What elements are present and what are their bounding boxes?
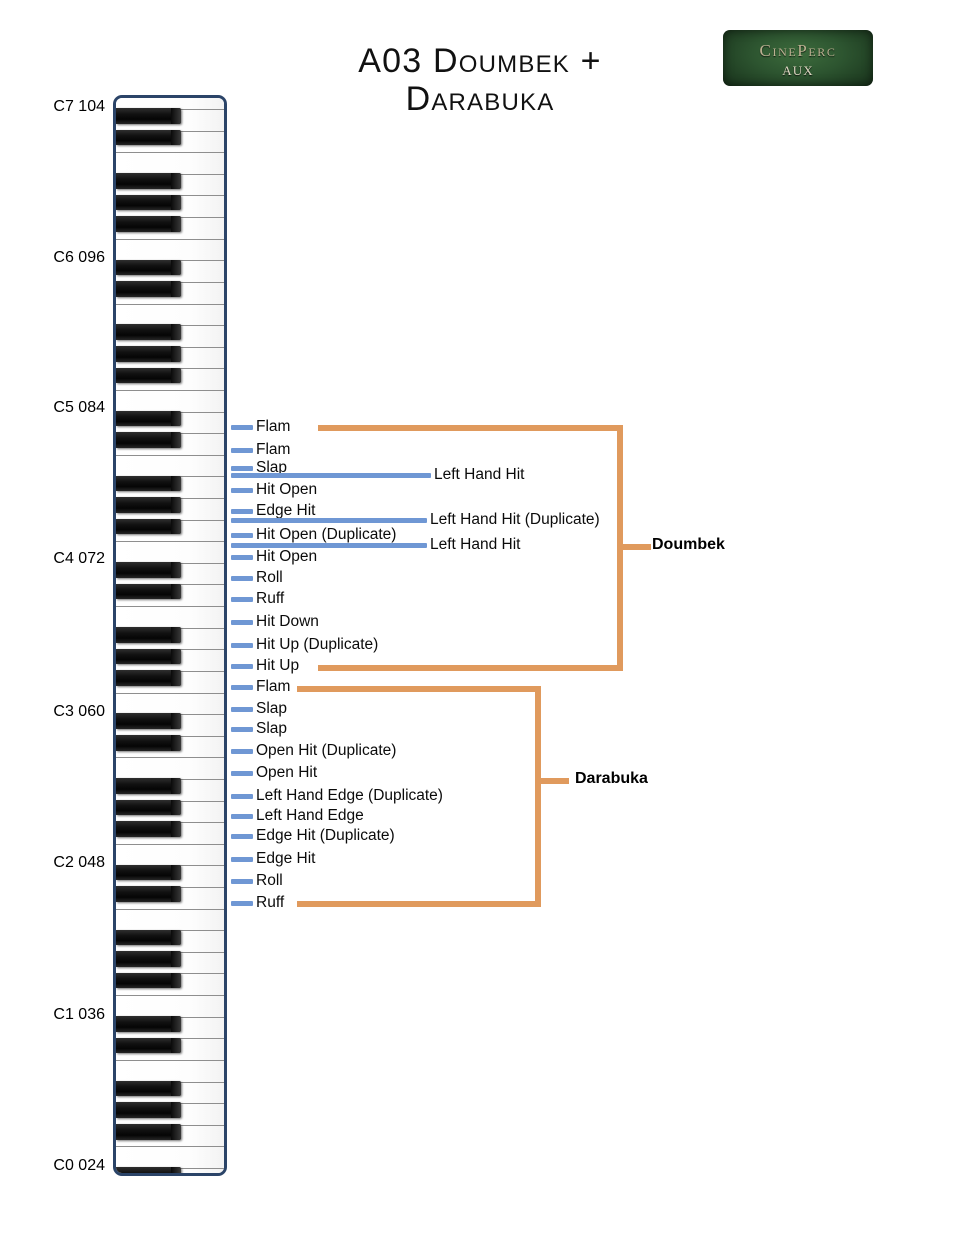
- black-key[interactable]: [116, 713, 181, 729]
- black-key[interactable]: [116, 972, 181, 989]
- bracket-bottom-line: [297, 901, 541, 907]
- black-key[interactable]: [116, 670, 181, 686]
- black-key[interactable]: [116, 475, 181, 492]
- black-key[interactable]: [116, 951, 181, 967]
- black-key[interactable]: [116, 886, 181, 902]
- black-key[interactable]: [116, 864, 181, 881]
- black-key[interactable]: [116, 129, 181, 146]
- keyboard-map-page: A03 Doumbek + Darabuka CinePerc AUX C7 1…: [0, 0, 954, 1235]
- black-key[interactable]: [116, 259, 181, 276]
- group-label: Darabuka: [575, 770, 648, 787]
- black-key[interactable]: [116, 1080, 181, 1097]
- black-key[interactable]: [116, 324, 181, 340]
- bracket-label-stub: [541, 778, 569, 784]
- black-key[interactable]: [116, 626, 181, 643]
- black-key[interactable]: [116, 216, 181, 232]
- black-key[interactable]: [116, 821, 181, 838]
- black-key[interactable]: [116, 432, 181, 448]
- black-key[interactable]: [116, 173, 181, 189]
- black-key[interactable]: [116, 281, 181, 297]
- black-key[interactable]: [116, 648, 181, 665]
- black-key[interactable]: [116, 1124, 181, 1140]
- bracket-top-line: [297, 686, 541, 692]
- bracket-vertical-line: [535, 686, 541, 907]
- black-key[interactable]: [116, 1015, 181, 1032]
- black-key[interactable]: [116, 194, 181, 211]
- black-key[interactable]: [116, 1037, 181, 1054]
- black-key[interactable]: [116, 410, 181, 427]
- black-key[interactable]: [116, 108, 181, 124]
- black-key[interactable]: [116, 562, 181, 578]
- black-key[interactable]: [116, 583, 181, 600]
- black-key[interactable]: [116, 518, 181, 535]
- black-key[interactable]: [116, 735, 181, 751]
- black-key[interactable]: [116, 497, 181, 513]
- black-key[interactable]: [116, 778, 181, 794]
- black-key[interactable]: [116, 929, 181, 946]
- black-key[interactable]: [116, 367, 181, 384]
- black-key[interactable]: [116, 799, 181, 816]
- black-key[interactable]: [116, 1102, 181, 1118]
- black-key[interactable]: [116, 346, 181, 362]
